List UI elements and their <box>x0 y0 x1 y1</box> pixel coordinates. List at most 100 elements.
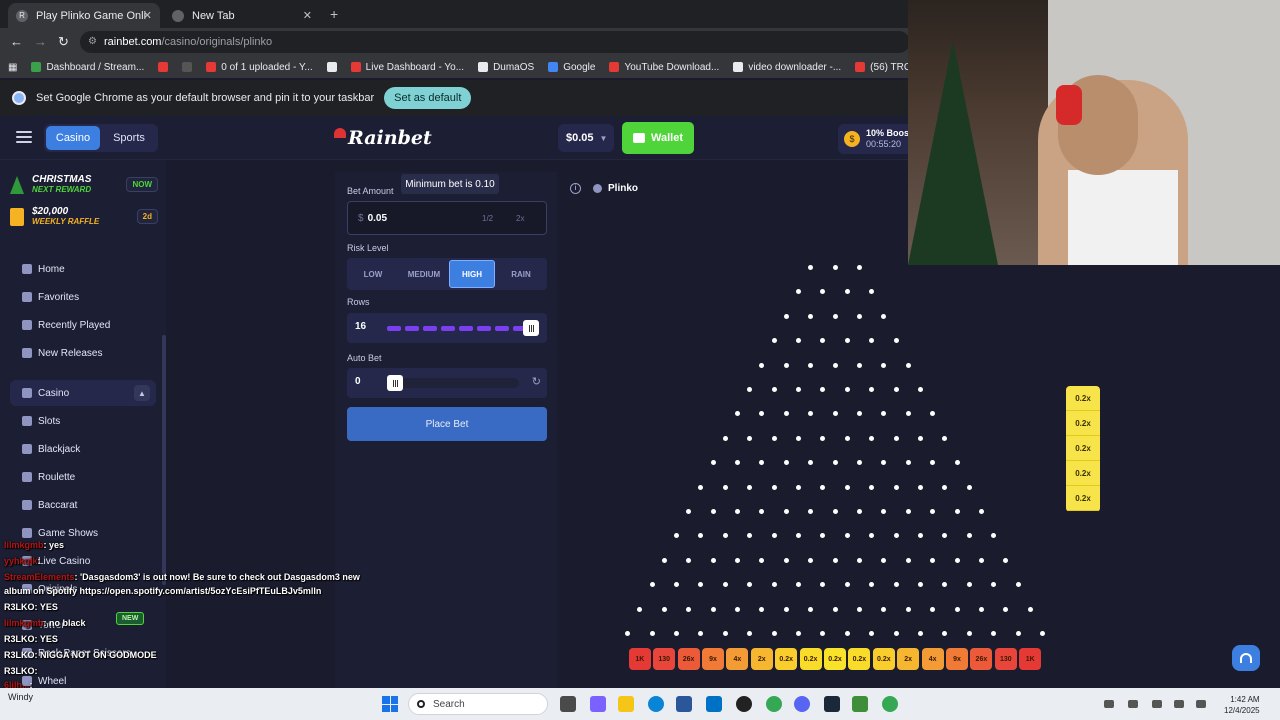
bookmark[interactable]: video downloader -... <box>733 62 841 73</box>
peg <box>771 435 777 441</box>
chat-message: album on Spotify https://open.spotify.co… <box>4 586 321 596</box>
tray-chevron-icon[interactable] <box>1104 700 1114 708</box>
app-icon[interactable] <box>852 696 868 712</box>
close-tab-icon[interactable]: ✕ <box>143 9 152 22</box>
sparkle-icon <box>22 348 32 358</box>
peg <box>905 509 911 514</box>
back-icon[interactable]: ← <box>10 34 23 49</box>
reload-icon[interactable]: ↻ <box>58 34 69 50</box>
sidebar-item-blackjack[interactable]: Blackjack <box>10 436 156 462</box>
peg <box>747 631 753 636</box>
weather-widget[interactable]: Windy <box>8 692 33 703</box>
peg <box>905 557 911 563</box>
support-button[interactable] <box>1232 645 1260 671</box>
auto-bet-track[interactable] <box>387 378 519 388</box>
bookmark[interactable] <box>326 62 337 72</box>
menu-icon[interactable] <box>16 131 32 143</box>
battery-icon[interactable] <box>1196 700 1206 708</box>
half-bet-button[interactable]: 1/2 <box>482 214 493 223</box>
bookmark[interactable]: YouTube Download... <box>609 62 719 73</box>
wallet-button[interactable]: Wallet <box>622 122 694 154</box>
bookmark[interactable]: Dashboard / Stream... <box>31 62 144 73</box>
url-field[interactable]: rainbet.com/casino/originals/plinko <box>80 31 910 53</box>
rainbet-logo[interactable]: Rainbet <box>334 122 432 154</box>
peg <box>856 509 862 514</box>
obs-icon[interactable] <box>736 696 752 712</box>
peg <box>710 557 716 563</box>
browser-tab-active[interactable]: R Play Plinko Game Online for Re ✕ <box>8 3 160 28</box>
sidebar-item-slots[interactable]: Slots <box>10 408 156 434</box>
rows-track[interactable] <box>387 323 539 333</box>
auto-bet-slider-handle[interactable] <box>387 375 403 391</box>
sidebar-item-roulette[interactable]: Roulette <box>10 464 156 490</box>
bookmark[interactable] <box>182 62 193 72</box>
peg <box>722 435 728 441</box>
tab-title: Play Plinko Game Online for Re <box>36 9 146 22</box>
set-default-button[interactable]: Set as default <box>384 87 472 109</box>
screen: R Play Plinko Game Online for Re ✕ New T… <box>0 0 1280 720</box>
outlook-icon[interactable] <box>706 696 722 712</box>
balance-selector[interactable]: $0.05 ▼ <box>558 124 614 152</box>
peg <box>881 362 887 368</box>
copilot-icon[interactable] <box>590 696 606 712</box>
forward-icon[interactable]: → <box>34 34 47 49</box>
bookmark[interactable]: Google <box>548 62 595 73</box>
system-clock[interactable]: 1:42 AM 12/4/2025 <box>1224 694 1260 716</box>
bookmark[interactable]: DumaOS <box>478 62 534 73</box>
peg <box>710 460 716 466</box>
sidebar-item-home[interactable]: Home <box>10 256 156 282</box>
file-explorer-icon[interactable] <box>618 696 634 712</box>
new-tab-icon[interactable]: + <box>330 6 338 22</box>
boost-timer: 00:55:20 <box>866 139 902 149</box>
peg <box>783 509 789 514</box>
volume-icon[interactable] <box>1174 700 1184 708</box>
sidebar-item-recently-played[interactable]: Recently Played <box>10 312 156 338</box>
risk-medium-button[interactable]: MEDIUM <box>399 260 449 288</box>
bookmark-favicon-icon <box>478 62 489 72</box>
sidebar-item-new-releases[interactable]: New Releases <box>10 340 156 366</box>
peg <box>856 606 862 612</box>
steam-icon[interactable] <box>824 696 840 712</box>
store-icon[interactable] <box>676 696 692 712</box>
task-view-icon[interactable] <box>560 696 576 712</box>
risk-low-button[interactable]: LOW <box>349 260 397 288</box>
peg <box>905 606 911 612</box>
bookmark[interactable]: Live Dashboard - Yo... <box>350 62 464 73</box>
place-bet-button[interactable]: Place Bet <box>347 407 547 441</box>
chrome-profile-icon[interactable] <box>882 696 898 712</box>
reset-icon[interactable]: ↻ <box>532 375 541 388</box>
apps-icon[interactable]: ▦ <box>8 62 17 73</box>
risk-rain-button[interactable]: RAIN <box>497 260 545 288</box>
bookmark[interactable] <box>158 62 169 72</box>
christmas-reward-promo[interactable]: CHRISTMAS NEXT REWARD NOW <box>10 172 158 198</box>
weekly-raffle-promo[interactable]: $20,000 WEEKLY RAFFLE 2d <box>10 204 158 230</box>
wifi-icon[interactable] <box>1152 700 1162 708</box>
info-icon[interactable]: i <box>570 182 581 194</box>
chat-text: : NIGGA NOT ON GODMODE <box>34 650 157 660</box>
plinko-board: 1K 130 26x 9x 4x 2x 0.2x 0.2x 0.2x 0.2x 0.2x 2x 4x 9x… <box>600 255 1070 680</box>
chevron-up-icon[interactable]: ▲ <box>134 385 150 401</box>
rows-slider-handle[interactable] <box>523 320 539 336</box>
sports-tab[interactable]: Sports <box>102 126 156 150</box>
sidebar-item-favorites[interactable]: Favorites <box>10 284 156 310</box>
site-info-icon[interactable]: ⚙ <box>88 36 97 47</box>
sidebar-item-casino[interactable]: Casino ▲ <box>10 380 156 406</box>
casino-tab[interactable]: Casino <box>46 126 100 150</box>
start-icon[interactable] <box>382 696 398 712</box>
taskbar-search[interactable]: Search <box>408 693 548 715</box>
network-icon[interactable] <box>1128 700 1138 708</box>
sidebar-item-baccarat[interactable]: Baccarat <box>10 492 156 518</box>
bet-amount-input[interactable]: $ 0.05 1/2 2x <box>347 201 547 235</box>
double-bet-button[interactable]: 2x <box>516 214 524 223</box>
discord-icon[interactable] <box>794 696 810 712</box>
peg <box>820 631 826 636</box>
close-tab-icon[interactable]: ✕ <box>303 9 312 22</box>
multiplier-slot: 9x <box>946 648 968 670</box>
boost-badge[interactable]: $ 10% Boost 00:55:20 <box>838 124 918 154</box>
bookmark[interactable]: 0 of 1 uploaded - Y... <box>206 62 313 73</box>
browser-tab-new[interactable]: New Tab ✕ <box>164 3 320 28</box>
peg <box>966 484 972 490</box>
chrome-icon[interactable] <box>766 696 782 712</box>
risk-high-button[interactable]: HIGH <box>449 260 495 288</box>
edge-icon[interactable] <box>648 696 664 712</box>
